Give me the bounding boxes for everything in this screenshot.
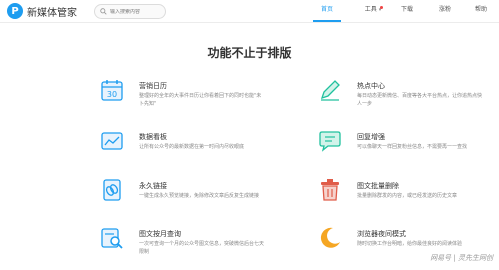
feature-data-dashboard[interactable]: 数据看板 让所有公众号的最新数据在第一时间内尽收眼底 [100,129,300,173]
feature-description: 一键生成永久预览链接，免除修改文章后反复生成链接 [139,192,264,200]
brand-logo[interactable]: P 新媒体管家 [7,3,77,19]
page-title: 功能不止于排版 [0,44,499,61]
feature-permanent-link[interactable]: 永久链接 一键生成永久预览链接，免除修改文章后反复生成链接 [100,178,300,222]
trash-icon [318,178,342,202]
logo-p-icon: P [7,3,23,19]
notification-dot [380,6,383,9]
chat-bubble-icon [318,129,342,153]
feature-title: 回复增强 [357,132,385,142]
search-icon [100,8,107,15]
nav-tools[interactable]: 工具 ▾ [356,0,390,20]
document-search-icon [100,226,124,250]
feature-description: 批量删除群发的内容，或已经发送的历史文章 [357,192,482,200]
feature-description: 每日动态更新微信、百度等各大平台热点，让你追热点快人一步 [357,92,482,108]
top-navigation-bar: P 新媒体管家 首页 工具 ▾ 下载 涨粉 帮助 [0,0,499,23]
calendar-icon: 30 [100,78,124,102]
feature-reply-enhance[interactable]: 回复增强 可以像聊天一样回复粉丝信息，不需要再一一查找 [318,129,499,173]
pen-icon [318,78,342,102]
feature-monthly-query[interactable]: 图文按月查询 一次可查询一个月的公众号图文信息，突破微信后台七天限制 [100,226,300,270]
svg-text:30: 30 [107,90,117,99]
watermark: 网易号 | 灵先生网创 [430,253,493,263]
brand-name: 新媒体管家 [27,4,77,19]
feature-title: 永久链接 [139,181,167,191]
feature-night-mode[interactable]: 浏览器夜间模式 随时切换工作台明暗，给你最佳良好的阅读体验 [318,226,499,270]
feature-description: 让所有公众号的最新数据在第一时间内尽收眼底 [139,143,264,151]
feature-title: 数据看板 [139,132,167,142]
feature-description: 一次可查询一个月的公众号图文信息，突破微信后台七天限制 [139,240,264,256]
moon-icon [318,226,342,250]
feature-title: 浏览器夜间模式 [357,229,406,239]
link-icon [100,178,124,202]
feature-description: 可以像聊天一样回复粉丝信息，不需要再一一查找 [357,143,482,151]
feature-batch-delete[interactable]: 图文批量删除 批量删除群发的内容，或已经发送的历史文章 [318,178,499,222]
chart-board-icon [100,129,124,153]
feature-title: 热点中心 [357,81,385,91]
nav-tools-label: 工具 [365,6,377,13]
feature-marketing-calendar[interactable]: 30 营销日历 整理好的全年的大事件日历让你看着回下的同时也能"未卜先知" [100,78,300,122]
feature-title: 图文批量删除 [357,181,399,191]
feature-hot-topics[interactable]: 热点中心 每日动态更新微信、百度等各大平台热点，让你追热点快人一步 [318,78,499,122]
nav-grow-fans[interactable]: 涨粉 [432,0,458,20]
nav-help[interactable]: 帮助 [468,0,494,20]
nav-home[interactable]: 首页 [313,0,341,22]
feature-title: 图文按月查询 [139,229,181,239]
feature-description: 整理好的全年的大事件日历让你看着回下的同时也能"未卜先知" [139,92,264,108]
nav-download[interactable]: 下载 [394,0,420,20]
feature-description: 随时切换工作台明暗，给你最佳良好的阅读体验 [357,240,482,248]
feature-title: 营销日历 [139,81,167,91]
search-input[interactable] [110,9,160,15]
search-field[interactable] [94,4,166,19]
